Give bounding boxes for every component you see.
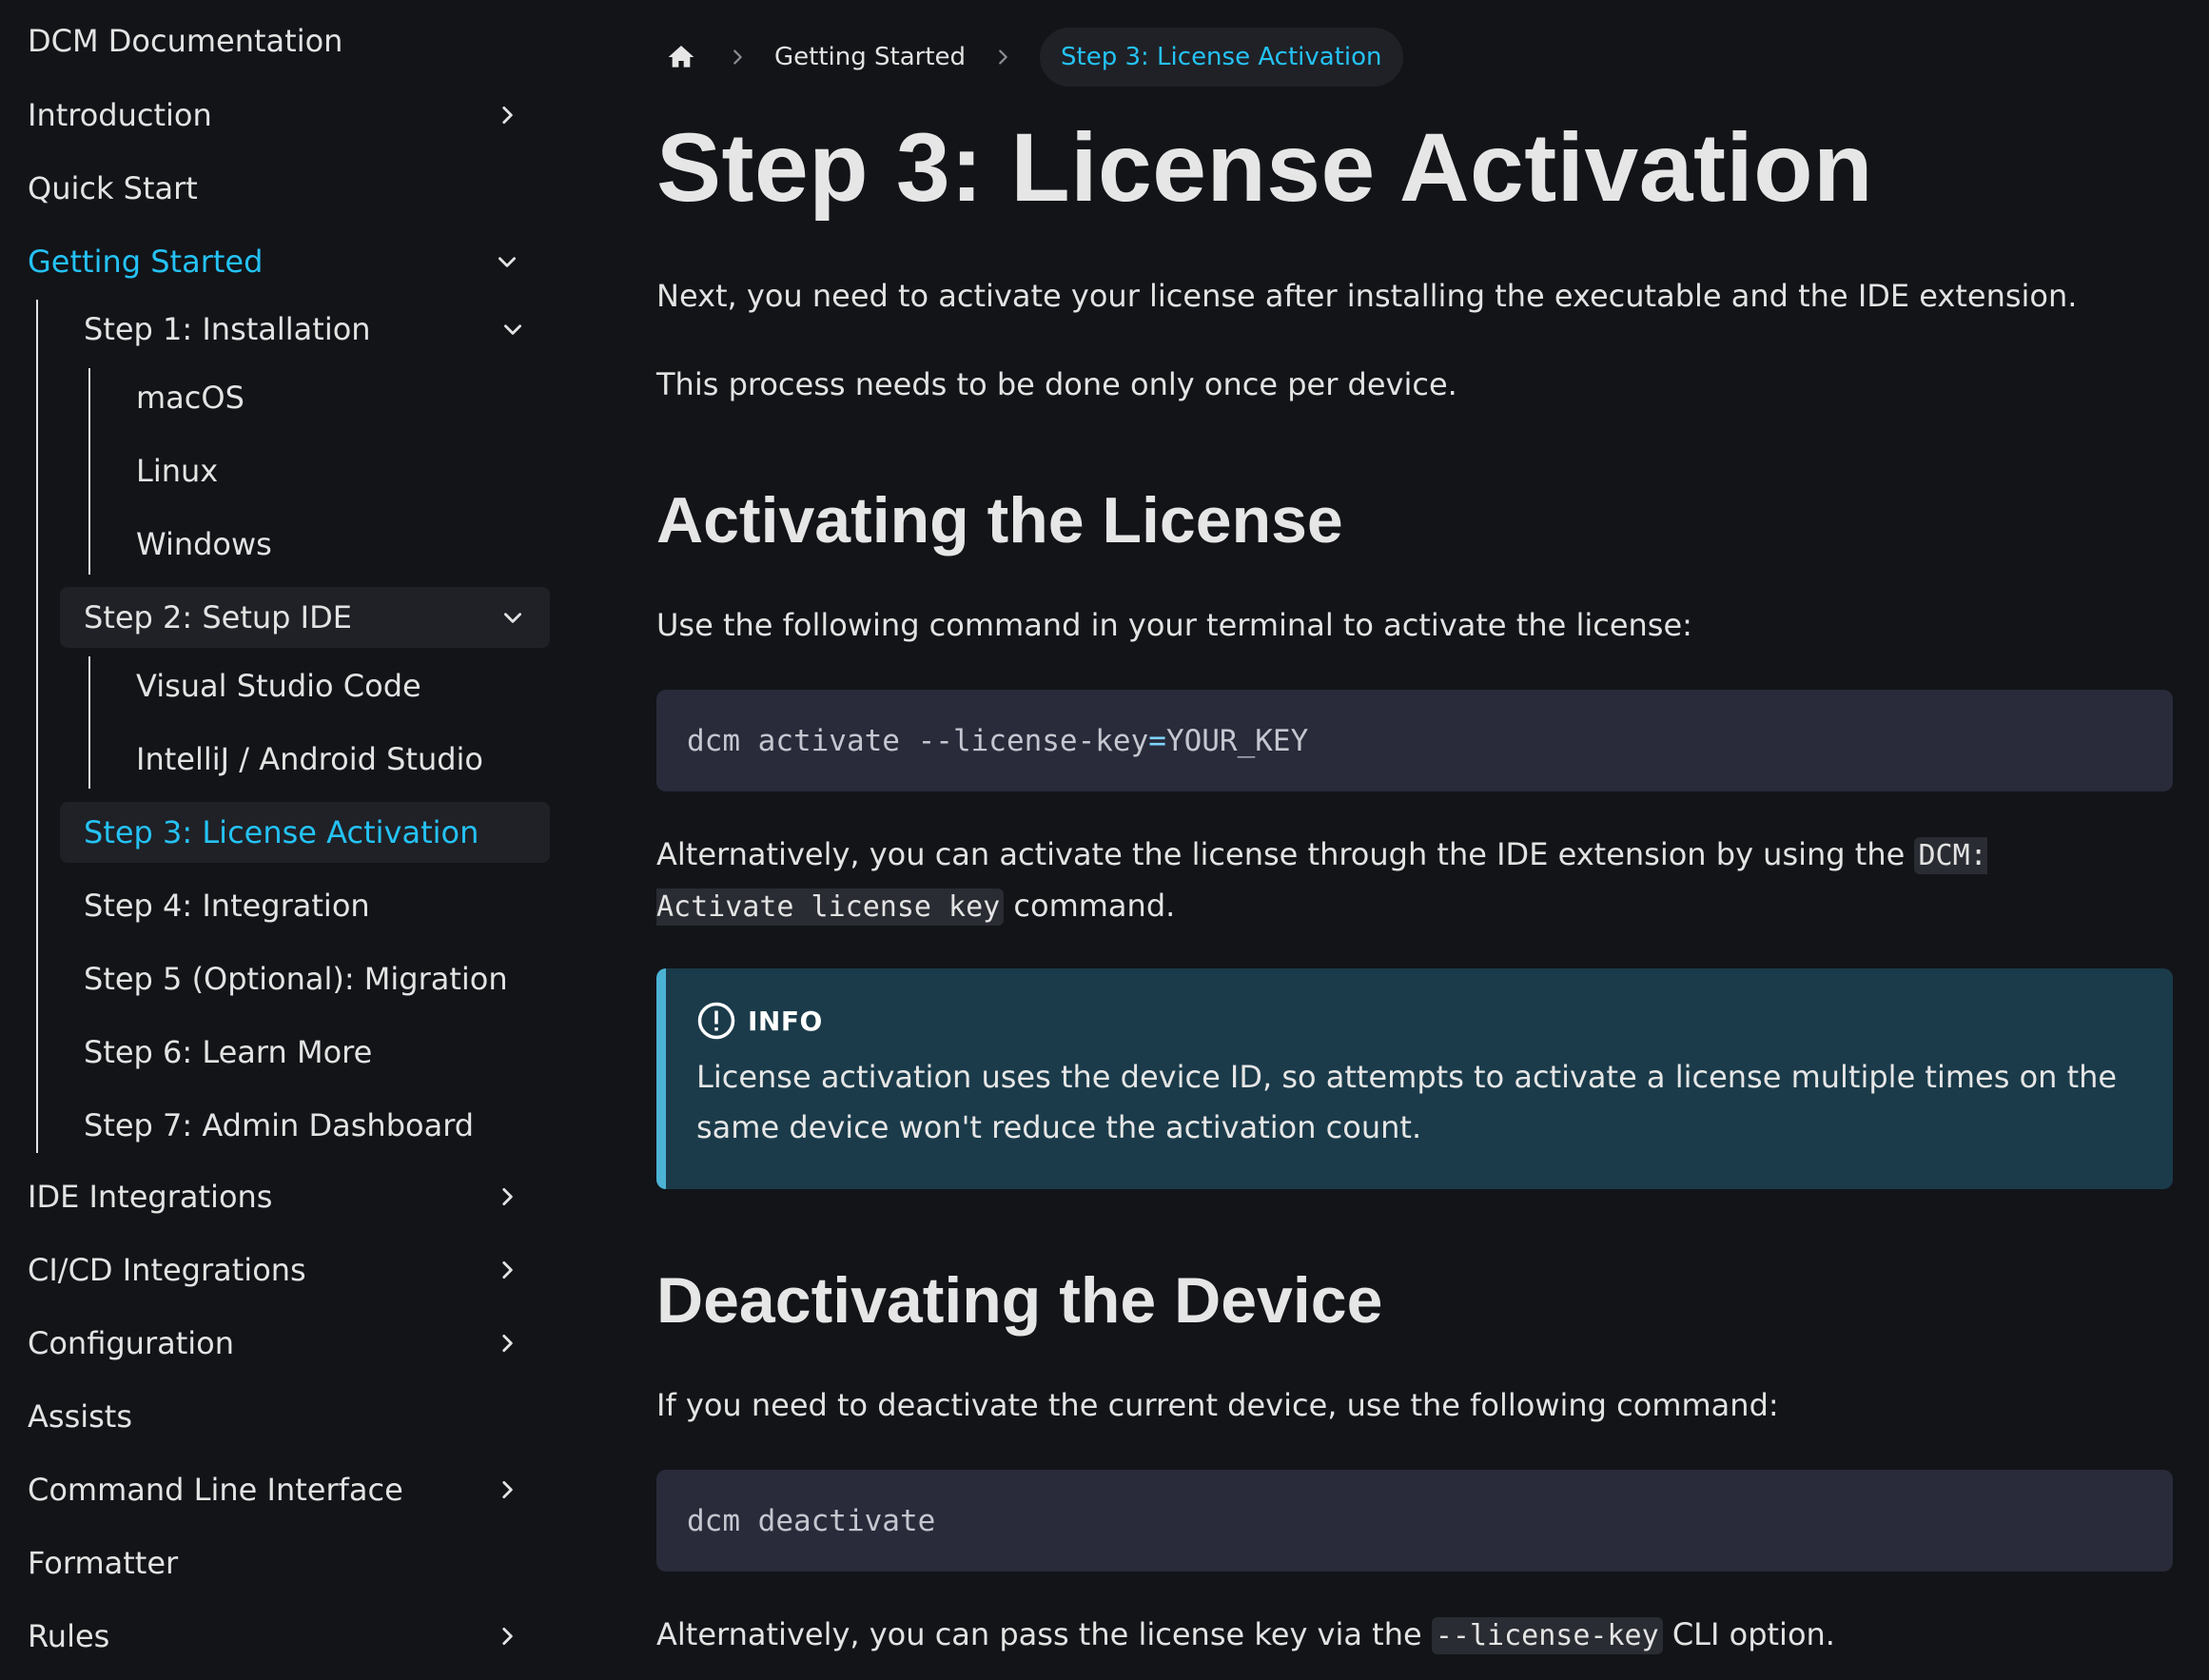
sidebar-item-step-2[interactable]: Step 2: Setup IDE bbox=[60, 587, 550, 648]
sidebar-tree-line bbox=[36, 300, 38, 1153]
sidebar-item-label: Step 1: Installation bbox=[84, 311, 371, 347]
sidebar-item-label: Configuration bbox=[28, 1325, 235, 1361]
code-block-activate[interactable]: dcm activate --license-key = YOUR_KEY bbox=[656, 690, 2173, 791]
sidebar-item-quick-start[interactable]: Quick Start bbox=[11, 158, 544, 219]
alt-text: Alternatively, you can activate the lice… bbox=[656, 836, 1915, 872]
section-1-alternative: Alternatively, you can activate the lice… bbox=[656, 830, 2064, 932]
sidebar-item-label: IDE Integrations bbox=[28, 1179, 273, 1215]
sidebar-item-cli[interactable]: Command Line Interface bbox=[11, 1459, 544, 1520]
sidebar-item-ide-integrations[interactable]: IDE Integrations bbox=[11, 1166, 544, 1227]
sidebar-title-label: DCM Documentation bbox=[28, 23, 343, 59]
docs-page: DCM Documentation Introduction Quick Sta… bbox=[0, 0, 2209, 1680]
sidebar-item-label: Command Line Interface bbox=[28, 1472, 403, 1508]
sidebar-item-rules[interactable]: Rules bbox=[11, 1606, 544, 1667]
sidebar-item-label: Getting Started bbox=[28, 244, 264, 280]
sidebar-item-formatter[interactable]: Formatter bbox=[11, 1533, 544, 1593]
chevron-right-icon bbox=[988, 47, 1017, 68]
sidebar-item-label: IntelliJ / Android Studio bbox=[136, 741, 483, 777]
code-text: dcm activate --license-key bbox=[687, 723, 1149, 758]
page-title: Step 3: License Activation bbox=[656, 113, 1873, 222]
sidebar-item-label: Step 3: License Activation bbox=[84, 814, 479, 850]
sidebar-item-label: Assists bbox=[28, 1398, 133, 1435]
sidebar-item-introduction[interactable]: Introduction bbox=[11, 85, 544, 146]
sidebar-item-assists[interactable]: Assists bbox=[11, 1386, 544, 1447]
section-2-text: If you need to deactivate the current de… bbox=[656, 1387, 1779, 1423]
breadcrumb-current: Step 3: License Activation bbox=[1040, 28, 1403, 87]
sidebar-item-cicd-integrations[interactable]: CI/CD Integrations bbox=[11, 1240, 544, 1300]
chevron-right-icon[interactable] bbox=[493, 1256, 521, 1284]
sidebar-item-label: Windows bbox=[136, 526, 272, 562]
sidebar-item-windows[interactable]: Windows bbox=[112, 514, 550, 575]
main-content: Getting Started Step 3: License Activati… bbox=[656, 0, 2173, 1680]
info-icon bbox=[697, 1002, 735, 1040]
code-text: dcm deactivate bbox=[687, 1503, 936, 1538]
code-block-deactivate[interactable]: dcm deactivate bbox=[656, 1470, 2173, 1572]
sidebar-item-label: Rules bbox=[28, 1618, 110, 1654]
sidebar-item-macos[interactable]: macOS bbox=[112, 367, 550, 428]
section-heading-deactivating: Deactivating the Device bbox=[656, 1264, 1383, 1337]
sidebar-item-label: Linux bbox=[136, 453, 219, 489]
breadcrumb-getting-started[interactable]: Getting Started bbox=[774, 43, 966, 71]
sidebar-item-step-3[interactable]: Step 3: License Activation bbox=[60, 802, 550, 863]
chevron-down-icon[interactable] bbox=[498, 315, 527, 343]
sidebar: DCM Documentation Introduction Quick Sta… bbox=[0, 0, 571, 1680]
sidebar-item-linux[interactable]: Linux bbox=[112, 440, 550, 501]
sidebar-tree-line bbox=[88, 656, 90, 789]
code-operator: = bbox=[1148, 723, 1166, 758]
sidebar-item-label: Introduction bbox=[28, 97, 212, 133]
sidebar-item-configuration[interactable]: Configuration bbox=[11, 1313, 544, 1374]
sidebar-item-label: Visual Studio Code bbox=[136, 668, 421, 704]
inline-code-option: --license-key bbox=[1431, 1617, 1663, 1654]
info-callout: INFO License activation uses the device … bbox=[656, 968, 2173, 1189]
info-callout-header: INFO bbox=[696, 1001, 823, 1041]
chevron-right-icon[interactable] bbox=[493, 1329, 521, 1358]
sidebar-item-vscode[interactable]: Visual Studio Code bbox=[112, 655, 550, 716]
home-icon[interactable] bbox=[662, 38, 700, 76]
sidebar-item-step-1[interactable]: Step 1: Installation bbox=[60, 299, 550, 360]
section-2-alternative: Alternatively, you can pass the license … bbox=[656, 1610, 2169, 1661]
sidebar-item-label: Formatter bbox=[28, 1545, 179, 1581]
code-text: YOUR_KEY bbox=[1165, 723, 1309, 758]
sidebar-item-getting-started[interactable]: Getting Started bbox=[11, 231, 544, 292]
intro-paragraph-2: This process needs to be done only once … bbox=[656, 366, 1457, 402]
sidebar-item-label: Step 6: Learn More bbox=[84, 1034, 373, 1070]
info-label: INFO bbox=[748, 1005, 823, 1037]
sidebar-item-step-7[interactable]: Step 7: Admin Dashboard bbox=[60, 1095, 550, 1156]
sidebar-item-step-4[interactable]: Step 4: Integration bbox=[60, 875, 550, 936]
alt-text: CLI option. bbox=[1662, 1616, 1835, 1652]
section-heading-activating: Activating the License bbox=[656, 484, 1343, 557]
alt-text: Alternatively, you can pass the license … bbox=[656, 1616, 1432, 1652]
sidebar-item-label: macOS bbox=[136, 380, 244, 416]
sidebar-item-intellij[interactable]: IntelliJ / Android Studio bbox=[112, 729, 550, 790]
sidebar-item-label: Quick Start bbox=[28, 170, 198, 206]
chevron-down-icon[interactable] bbox=[493, 247, 521, 276]
sidebar-item-label: Step 2: Setup IDE bbox=[84, 599, 352, 635]
info-text: License activation uses the device ID, s… bbox=[696, 1059, 2118, 1145]
breadcrumb: Getting Started Step 3: License Activati… bbox=[656, 27, 1403, 88]
alt-text: command. bbox=[1004, 888, 1176, 924]
sidebar-item-label: Step 5 (Optional): Migration bbox=[84, 961, 508, 997]
chevron-right-icon[interactable] bbox=[493, 1182, 521, 1211]
chevron-right-icon[interactable] bbox=[493, 1475, 521, 1504]
chevron-down-icon[interactable] bbox=[498, 603, 527, 632]
sidebar-item-step-5[interactable]: Step 5 (Optional): Migration bbox=[60, 948, 550, 1009]
sidebar-item-label: Step 4: Integration bbox=[84, 888, 370, 924]
section-1-text: Use the following command in your termin… bbox=[656, 607, 1692, 643]
chevron-right-icon[interactable] bbox=[493, 101, 521, 129]
chevron-right-icon bbox=[723, 47, 752, 68]
intro-paragraph-1: Next, you need to activate your license … bbox=[656, 278, 2078, 314]
sidebar-item-label: CI/CD Integrations bbox=[28, 1252, 306, 1288]
sidebar-item-step-6[interactable]: Step 6: Learn More bbox=[60, 1022, 550, 1083]
chevron-right-icon[interactable] bbox=[493, 1622, 521, 1651]
sidebar-tree-line bbox=[88, 368, 90, 575]
sidebar-title[interactable]: DCM Documentation bbox=[11, 10, 544, 71]
sidebar-item-label: Step 7: Admin Dashboard bbox=[84, 1107, 475, 1143]
